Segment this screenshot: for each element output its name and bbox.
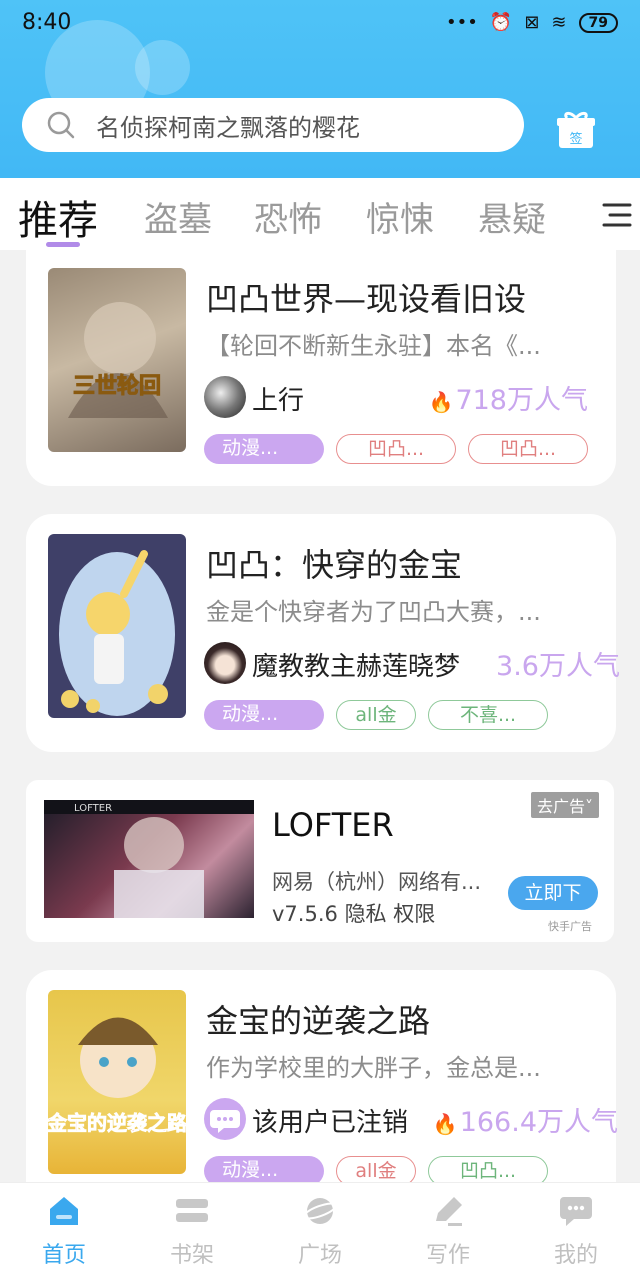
tag[interactable]: 不喜... [428,700,548,730]
checkin-gift-button[interactable]: 签 [555,110,597,150]
ad-version: v7.5.6 [272,902,338,926]
bookshelf-icon [176,1199,208,1222]
book-card[interactable]: 三世轮回 凹凸世界—现设看旧设 【轮回不断新生永驻】本名《... 上行 🔥718… [26,248,616,486]
sim-off-icon: ⊠ [524,12,540,33]
nav-label: 书架 [169,1243,214,1268]
cover-art: 金宝的逆袭之路 [48,1017,186,1135]
tab-menu-icon[interactable] [600,200,632,230]
book-title[interactable]: 金宝的逆袭之路 [206,996,430,1042]
tag-list: 动漫... 凹凸... 凹凸... [204,434,588,464]
nav-bookshelf[interactable]: 书架 [128,1183,256,1280]
status-bar: 8:40 ••• ⏰ ⊠ ≋ 79 [0,0,640,46]
decorative-bubble [135,40,190,95]
tag[interactable]: 动漫... [204,700,324,730]
cover-title-art: 三世轮回 [73,373,161,399]
author-name[interactable]: 该用户已注销 [252,1102,408,1139]
author-name[interactable]: 上行 [252,380,304,417]
tab-tomb-raiding[interactable]: 盗墓 [144,192,212,241]
popularity-count: 🔥166.4万人气 [432,1107,618,1138]
ad-art: LOFTER [44,800,254,918]
ad-company: 网易（杭州）网络有... [272,870,482,894]
book-cover[interactable] [48,534,186,718]
nav-label: 写作 [425,1243,470,1268]
author-row: 上行 🔥718万人气 [204,374,614,418]
chevron-down-icon: ˅ [585,797,594,816]
book-title[interactable]: 凹凸：快穿的金宝 [206,540,462,586]
nav-profile[interactable]: 我的 [512,1183,640,1280]
ad-privacy-link[interactable]: 隐私 [345,902,387,926]
tab-recommend[interactable]: 推荐 [18,188,98,246]
book-description: 【轮回不断新生永驻】本名《... [206,332,541,360]
alarm-icon: ⏰ [489,12,513,33]
ad-meta: v7.5.6 隐私 权限 [272,898,435,928]
book-card[interactable]: 金宝的逆袭之路 金宝的逆袭之路 作为学校里的大胖子，金总是... 该用户已注销 … [26,970,618,1210]
tab-horror[interactable]: 恐怖 [254,192,322,241]
cover-title-art: 金宝的逆袭之路 [48,1111,186,1135]
cover-art [59,550,175,716]
pencil-icon [436,1197,462,1226]
ad-card[interactable]: LOFTER LOFTER 网易（杭州）网络有... v7.5.6 隐私 权限 … [26,780,614,942]
popularity-count: 3.6万人气 [496,651,620,682]
nav-label: 广场 [297,1243,342,1268]
nav-plaza[interactable]: 广场 [256,1183,384,1280]
wifi-icon: ≋ [551,12,567,33]
book-title[interactable]: 凹凸世界—现设看旧设 [206,274,526,320]
search-bar[interactable]: 名侦探柯南之飘落的樱花 [22,98,524,152]
checkin-label: 签 [569,131,582,147]
ad-permissions-link[interactable]: 权限 [393,902,435,926]
search-icon [47,111,75,139]
book-description: 金是个快穿者为了凹凸大赛，... [206,598,541,626]
book-card[interactable]: 凹凸：快穿的金宝 金是个快穿者为了凹凸大赛，... 魔教教主赫莲晓梦 3.6万人… [26,514,620,752]
header: 8:40 ••• ⏰ ⊠ ≋ 79 名侦探柯南之飘落的樱花 签 [0,0,640,178]
tab-thriller[interactable]: 惊悚 [366,192,434,241]
nav-write[interactable]: 写作 [384,1183,512,1280]
tag[interactable]: 凹凸... [468,434,588,464]
flame-icon: 🔥 [428,390,454,414]
tag[interactable]: all金 [336,700,416,730]
active-tab-indicator [46,242,80,247]
gift-icon: 签 [557,111,595,148]
category-tabs: 推荐 盗墓 恐怖 惊悚 悬疑 奕 [0,178,640,250]
book-description: 作为学校里的大胖子，金总是... [206,1054,541,1082]
chat-bubble-icon [210,1110,240,1133]
nav-home[interactable]: 首页 [0,1183,128,1280]
ad-image[interactable]: LOFTER [44,800,254,918]
nav-label: 我的 [553,1243,598,1268]
tag[interactable]: 凹凸... [336,434,456,464]
more-dots-icon: ••• [446,12,478,33]
book-cover[interactable]: 金宝的逆袭之路 [48,990,186,1174]
author-avatar[interactable] [204,1098,246,1140]
remove-ad-button[interactable]: 去广告˅ [531,792,600,818]
planet-icon [302,1198,338,1224]
author-row: 魔教教主赫莲晓梦 3.6万人气 [204,640,620,684]
author-row: 该用户已注销 🔥166.4万人气 [204,1096,618,1140]
ad-download-button[interactable]: 立即下 [508,876,598,910]
battery-icon: 79 [578,12,618,33]
home-icon [50,1197,78,1225]
search-placeholder: 名侦探柯南之飘落的樱花 [96,113,360,142]
bottom-navigation: 首页 书架 广场 写作 我的 [0,1182,640,1280]
tab-suspense[interactable]: 悬疑 [478,192,546,241]
author-name[interactable]: 魔教教主赫莲晓梦 [252,646,460,683]
book-cover[interactable]: 三世轮回 [48,268,186,452]
tag-list: 动漫... all金 不喜... [204,700,548,730]
author-avatar[interactable] [204,642,246,684]
ad-image-logo: LOFTER [74,803,112,814]
popularity-count: 🔥718万人气 [428,385,588,416]
ad-source-label: 快手广告 [548,920,592,933]
status-icons: ••• ⏰ ⊠ ≋ 79 [446,12,618,33]
cover-art: 三世轮回 [68,302,168,418]
chat-icon [560,1197,592,1226]
ad-title[interactable]: LOFTER [272,806,394,844]
flame-icon: 🔥 [432,1112,458,1136]
author-avatar[interactable] [204,376,246,418]
status-time: 8:40 [22,10,72,35]
tag[interactable]: 动漫... [204,434,324,464]
nav-label: 首页 [41,1243,86,1268]
